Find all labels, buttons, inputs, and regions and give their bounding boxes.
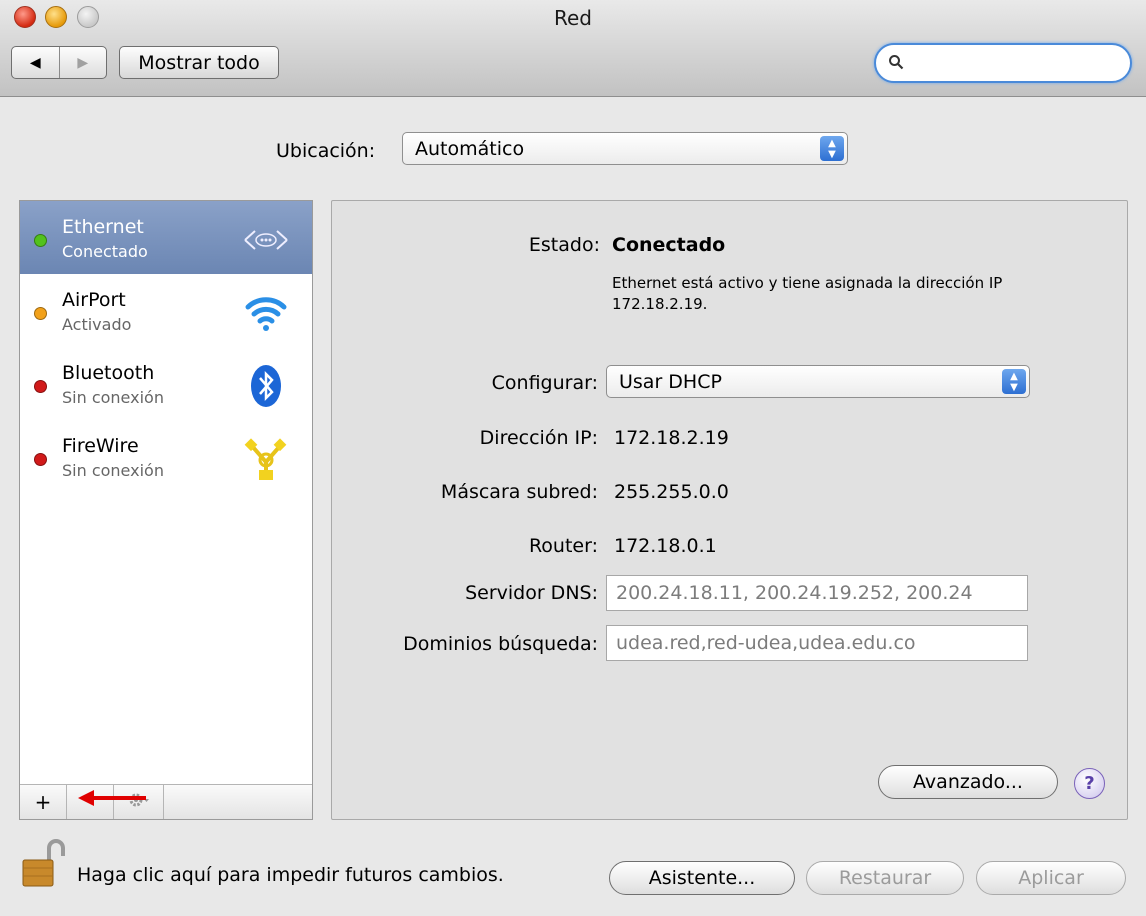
popup-arrows-icon: ▲ ▼: [820, 136, 844, 161]
service-status: Conectado: [62, 242, 148, 261]
annotation-arrow-icon: [78, 790, 146, 806]
search-icon: [888, 54, 904, 74]
service-name: AirPort: [62, 289, 126, 311]
service-status: Sin conexión: [62, 388, 164, 407]
show-all-button[interactable]: Mostrar todo: [119, 46, 279, 79]
ip-label: Dirección IP:: [479, 427, 598, 449]
status-dot-icon: [34, 380, 47, 393]
configure-label: Configurar:: [491, 372, 598, 394]
ip-value: 172.18.2.19: [614, 427, 729, 449]
service-name: FireWire: [62, 435, 139, 457]
service-list: Ethernet Conectado AirPort Activado Blue…: [19, 200, 313, 820]
forward-button[interactable]: ▶: [58, 47, 107, 78]
window-toolbar: Red ◀ ▶ Mostrar todo: [0, 0, 1146, 97]
status-dot-icon: [34, 453, 47, 466]
location-popup[interactable]: Automático ▲ ▼: [402, 132, 848, 165]
subnet-mask-label: Máscara subred:: [440, 481, 598, 503]
configure-popup[interactable]: Usar DHCP ▲ ▼: [606, 365, 1030, 398]
status-dot-icon: [34, 307, 47, 320]
apply-button[interactable]: Aplicar: [976, 861, 1126, 895]
router-value: 172.18.0.1: [614, 535, 717, 557]
service-status: Sin conexión: [62, 461, 164, 480]
service-item-bluetooth[interactable]: Bluetooth Sin conexión: [20, 347, 312, 420]
popup-arrows-icon: ▲ ▼: [1002, 369, 1026, 394]
help-button[interactable]: ?: [1074, 768, 1105, 799]
status-label: Estado:: [528, 234, 600, 256]
configure-value: Usar DHCP: [619, 370, 722, 393]
lock-message: Haga clic aquí para impedir futuros camb…: [77, 864, 504, 886]
search-field[interactable]: [874, 43, 1132, 83]
dns-server-label: Servidor DNS:: [465, 582, 598, 604]
router-label: Router:: [528, 535, 598, 557]
status-dot-icon: [34, 234, 47, 247]
location-value: Automático: [415, 137, 525, 160]
firewire-icon: [242, 436, 290, 482]
bluetooth-icon: [242, 363, 290, 409]
wifi-icon: [242, 290, 290, 336]
service-name: Ethernet: [62, 216, 144, 238]
window-title: Red: [554, 6, 592, 30]
dns-server-field[interactable]: 200.24.18.11, 200.24.19.252, 200.24: [606, 575, 1028, 611]
service-item-ethernet[interactable]: Ethernet Conectado: [20, 201, 312, 274]
status-note: Ethernet está activo y tiene asignada la…: [612, 274, 1003, 313]
back-button[interactable]: ◀: [12, 47, 59, 78]
back-forward-control: ◀ ▶: [11, 46, 107, 79]
add-service-button[interactable]: +: [20, 785, 67, 819]
service-list-toolbar: +: [20, 784, 312, 819]
service-item-airport[interactable]: AirPort Activado: [20, 274, 312, 347]
location-label: Ubicación:: [276, 140, 376, 162]
ethernet-icon: [242, 217, 290, 263]
search-domains-field[interactable]: udea.red,red-udea,udea.edu.co: [606, 625, 1028, 661]
service-item-firewire[interactable]: FireWire Sin conexión: [20, 420, 312, 493]
lock-icon[interactable]: [21, 838, 65, 888]
assistant-button[interactable]: Asistente...: [609, 861, 795, 895]
advanced-button[interactable]: Avanzado...: [878, 765, 1058, 799]
status-value: Conectado: [612, 234, 726, 256]
subnet-mask-value: 255.255.0.0: [614, 481, 729, 503]
search-domains-label: Dominios búsqueda:: [403, 633, 598, 655]
revert-button[interactable]: Restaurar: [806, 861, 964, 895]
service-status: Activado: [62, 315, 132, 334]
service-name: Bluetooth: [62, 362, 155, 384]
